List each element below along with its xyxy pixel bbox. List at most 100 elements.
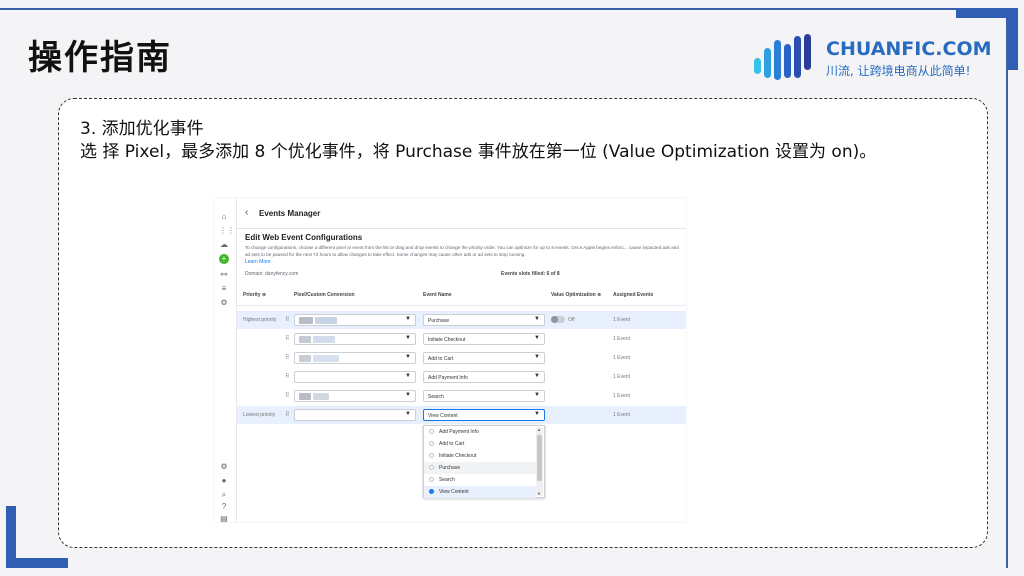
watermark-text: 新户维护记 bbox=[112, 374, 188, 392]
scroll-down-icon[interactable]: ▼ bbox=[537, 491, 541, 496]
priority-label: Lowest priority bbox=[243, 412, 276, 418]
pixel-select[interactable]: ▼ bbox=[294, 390, 416, 402]
column-pixel: Pixel/Custom Conversion bbox=[294, 292, 355, 298]
pixel-select[interactable]: ▼ bbox=[294, 409, 416, 421]
pixel-select[interactable]: ▼ bbox=[294, 333, 416, 345]
page-description: To change configurations, choose a diffe… bbox=[245, 245, 679, 257]
radio-selected-icon bbox=[429, 489, 434, 494]
table-row: Highest priority ⠿ ▼ Purchase ▼ Off 1 Ev… bbox=[237, 311, 686, 329]
column-value-optimization: Value Optimization ⊕ bbox=[551, 292, 602, 298]
events-manager-screenshot: ⌂ ⋮⋮ ☁ + ⚯ ≡ ⚙ ⚙ ● ⌕ ? ▤ ‹ Events Manage… bbox=[214, 198, 686, 522]
step-description: 选 择 Pixel，最多添加 8 个优化事件，将 Purchase 事件放在第一… bbox=[80, 142, 877, 162]
column-assigned-events: Assigned Events bbox=[613, 292, 654, 298]
cloud-icon[interactable]: ☁ bbox=[219, 240, 229, 250]
logo-bars-icon bbox=[754, 34, 811, 80]
home-icon[interactable]: ⌂ bbox=[219, 212, 229, 222]
blurred-pixel-thumbnail bbox=[299, 355, 311, 362]
add-icon[interactable]: + bbox=[219, 254, 229, 264]
drag-handle-icon[interactable]: ⠿ bbox=[285, 392, 289, 399]
watermark-text: 四片是否完整（查看是否覆 bbox=[720, 282, 901, 300]
column-event-name: Event Name bbox=[423, 292, 452, 298]
drag-handle-icon[interactable]: ⠿ bbox=[285, 411, 289, 418]
table-header: Priority ⊕ Pixel/Custom Conversion Event… bbox=[237, 292, 686, 304]
dropdown-scrollbar[interactable]: ▲ ▼ bbox=[536, 427, 543, 496]
learn-more-link[interactable]: Learn More bbox=[245, 259, 271, 265]
dropdown-option-selected[interactable]: View Content bbox=[424, 486, 536, 498]
event-select[interactable]: Add Payment Info ▼ bbox=[423, 371, 545, 383]
event-select-value: Initiate Checkout bbox=[428, 337, 466, 343]
header-title: Events Manager bbox=[259, 209, 321, 218]
pixel-select[interactable]: ▼ bbox=[294, 352, 416, 364]
frame-right-line bbox=[1006, 8, 1008, 568]
drag-handle-icon[interactable]: ⠿ bbox=[285, 354, 289, 361]
event-select-value: Add Payment Info bbox=[428, 375, 468, 381]
radio-icon bbox=[429, 465, 434, 470]
event-select-open[interactable]: View Content ▼ bbox=[423, 409, 545, 421]
report-icon[interactable]: ▤ bbox=[219, 514, 229, 522]
list-icon[interactable]: ≡ bbox=[219, 284, 229, 294]
dropdown-option-label: Search bbox=[439, 477, 455, 483]
event-select-value: Add to Cart bbox=[428, 356, 454, 362]
table-row: ⠿ ▼ Search ▼ 1 Event bbox=[237, 387, 686, 405]
event-select-value: View Content bbox=[428, 413, 458, 419]
drag-handle-icon[interactable]: ⠿ bbox=[285, 335, 289, 342]
pixel-select[interactable]: ▼ bbox=[294, 314, 416, 326]
grid-icon[interactable]: ⋮⋮ bbox=[219, 226, 235, 236]
search-icon[interactable]: ⌕ bbox=[219, 490, 229, 500]
scroll-up-icon[interactable]: ▲ bbox=[537, 427, 541, 432]
assigned-events: 1 Event bbox=[613, 317, 630, 323]
drag-handle-icon[interactable]: ⠿ bbox=[285, 316, 289, 323]
toggle-knob bbox=[551, 316, 558, 323]
blurred-pixel-name bbox=[313, 355, 339, 362]
dropdown-option[interactable]: Initiate Checkout bbox=[424, 450, 536, 462]
watermark-text: 审核开户时 bbox=[112, 351, 188, 369]
event-select-value: Search bbox=[428, 394, 444, 400]
scrollbar-thumb[interactable] bbox=[537, 435, 542, 481]
assigned-events: 1 Event bbox=[613, 393, 630, 399]
caret-down-icon: ▼ bbox=[405, 411, 411, 417]
dropdown-option[interactable]: Search bbox=[424, 474, 536, 486]
caret-down-icon: ▼ bbox=[534, 373, 540, 379]
help-icon[interactable]: ? bbox=[219, 502, 229, 512]
dropdown-option-label: Add to Cart bbox=[439, 441, 465, 447]
caret-down-icon: ▼ bbox=[405, 392, 411, 398]
gear-icon[interactable]: ⚙ bbox=[219, 462, 229, 472]
blurred-pixel-name bbox=[315, 317, 337, 324]
watermark-text: ，原始快速 bbox=[112, 305, 188, 323]
radio-icon bbox=[429, 477, 434, 482]
blurred-pixel-name bbox=[313, 393, 329, 400]
caret-down-icon: ▼ bbox=[534, 411, 540, 417]
slide-title: 操作指南 bbox=[28, 38, 172, 78]
edit-configurations-panel: Edit Web Event Configurations To change … bbox=[237, 229, 686, 522]
toggle-state-label: Off bbox=[568, 317, 575, 323]
bell-icon[interactable]: ● bbox=[219, 476, 229, 486]
chevron-left-icon[interactable]: ‹ bbox=[245, 207, 248, 218]
dropdown-option[interactable]: Purchase bbox=[424, 462, 536, 474]
assigned-events: 1 Event bbox=[613, 355, 630, 361]
divider bbox=[237, 305, 686, 306]
value-optimization-toggle[interactable] bbox=[551, 316, 565, 323]
event-select[interactable]: Search ▼ bbox=[423, 390, 545, 402]
event-select[interactable]: Purchase ▼ bbox=[423, 314, 545, 326]
share-icon[interactable]: ⚯ bbox=[219, 270, 229, 280]
caret-down-icon: ▼ bbox=[534, 316, 540, 322]
watermark-text: 粉丝渴望 bbox=[112, 328, 173, 346]
event-select[interactable]: Add to Cart ▼ bbox=[423, 352, 545, 364]
event-dropdown-menu: Add Payment Info Add to Cart Initiate Ch… bbox=[423, 425, 545, 498]
event-select[interactable]: Initiate Checkout ▼ bbox=[423, 333, 545, 345]
caret-down-icon: ▼ bbox=[405, 335, 411, 341]
pixel-select[interactable]: ▼ bbox=[294, 371, 416, 383]
event-slots-count: Events slots filled: 6 of 8 bbox=[501, 271, 560, 277]
caret-down-icon: ▼ bbox=[405, 316, 411, 322]
blurred-pixel-thumbnail bbox=[299, 336, 311, 343]
dropdown-option[interactable]: Add Payment Info bbox=[424, 426, 536, 438]
dropdown-option[interactable]: Add to Cart bbox=[424, 438, 536, 450]
dropdown-option-label: View Content bbox=[439, 489, 469, 495]
blurred-pixel-thumbnail bbox=[299, 317, 313, 324]
frame-top-line bbox=[0, 8, 1006, 10]
drag-handle-icon[interactable]: ⠿ bbox=[285, 373, 289, 380]
settings-icon[interactable]: ⚙ bbox=[219, 298, 229, 308]
radio-icon bbox=[429, 441, 434, 446]
dropdown-option-label: Purchase bbox=[439, 465, 461, 471]
radio-icon bbox=[429, 429, 434, 434]
